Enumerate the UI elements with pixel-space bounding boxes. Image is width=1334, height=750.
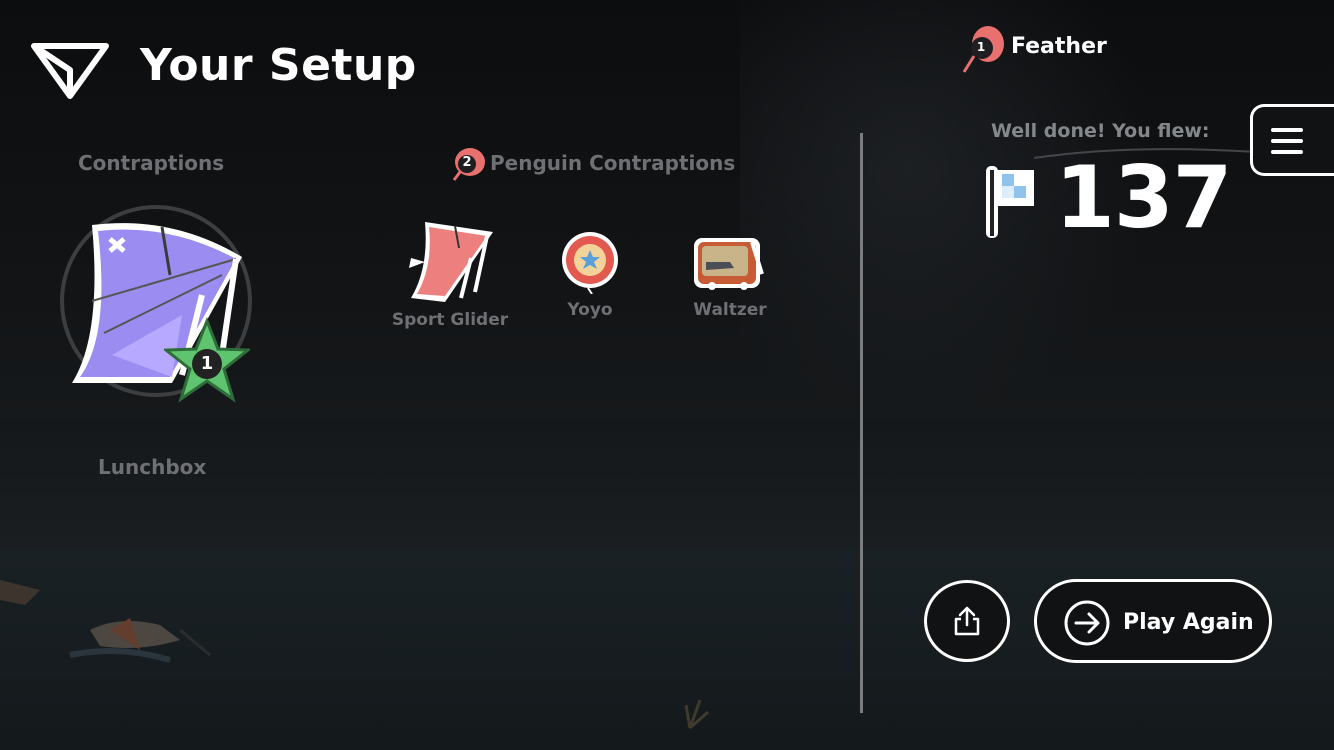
penguin-count-number: 2 <box>462 155 472 170</box>
background-sprout <box>684 699 709 730</box>
item-sport-glider[interactable]: Sport Glider <box>380 218 520 330</box>
sport-glider-icon <box>409 222 493 302</box>
paper-plane-logo-icon <box>31 43 109 99</box>
selected-contraption[interactable]: 1 <box>52 205 252 405</box>
menu-button[interactable] <box>1250 104 1334 176</box>
play-again-label: Play Again <box>1123 610 1254 635</box>
feather-label: Feather <box>1011 34 1107 59</box>
penguin-count-badge: 2 <box>452 146 486 182</box>
lunchbox-label: Lunchbox <box>98 455 207 479</box>
share-icon <box>954 606 980 636</box>
distance-value: 137 <box>1055 148 1233 248</box>
share-button[interactable] <box>924 580 1010 662</box>
penguin-contraptions-label: Penguin Contraptions <box>490 151 736 175</box>
contraptions-label: Contraptions <box>78 151 225 175</box>
item-label: Waltzer <box>693 300 767 320</box>
feather-count: 1 <box>976 40 986 54</box>
waltzer-icon <box>694 238 764 290</box>
rank-number: 1 <box>200 353 214 374</box>
panel-divider <box>860 133 863 713</box>
item-label: Yoyo <box>567 300 613 320</box>
result-message: Well done! You flew: <box>991 120 1210 142</box>
hamburger-menu-icon <box>1271 128 1303 154</box>
item-label: Sport Glider <box>391 310 509 330</box>
arrow-right-icon <box>1064 600 1110 646</box>
flag-icon <box>986 166 1034 238</box>
item-yoyo[interactable]: Yoyo <box>520 230 660 320</box>
item-waltzer[interactable]: Waltzer <box>660 234 800 320</box>
play-again-button[interactable]: Play Again <box>1034 579 1272 663</box>
yoyo-icon <box>562 232 618 294</box>
background-horizon <box>0 420 1334 550</box>
background-wreck <box>0 580 211 663</box>
page-title: Your Setup <box>140 40 417 91</box>
